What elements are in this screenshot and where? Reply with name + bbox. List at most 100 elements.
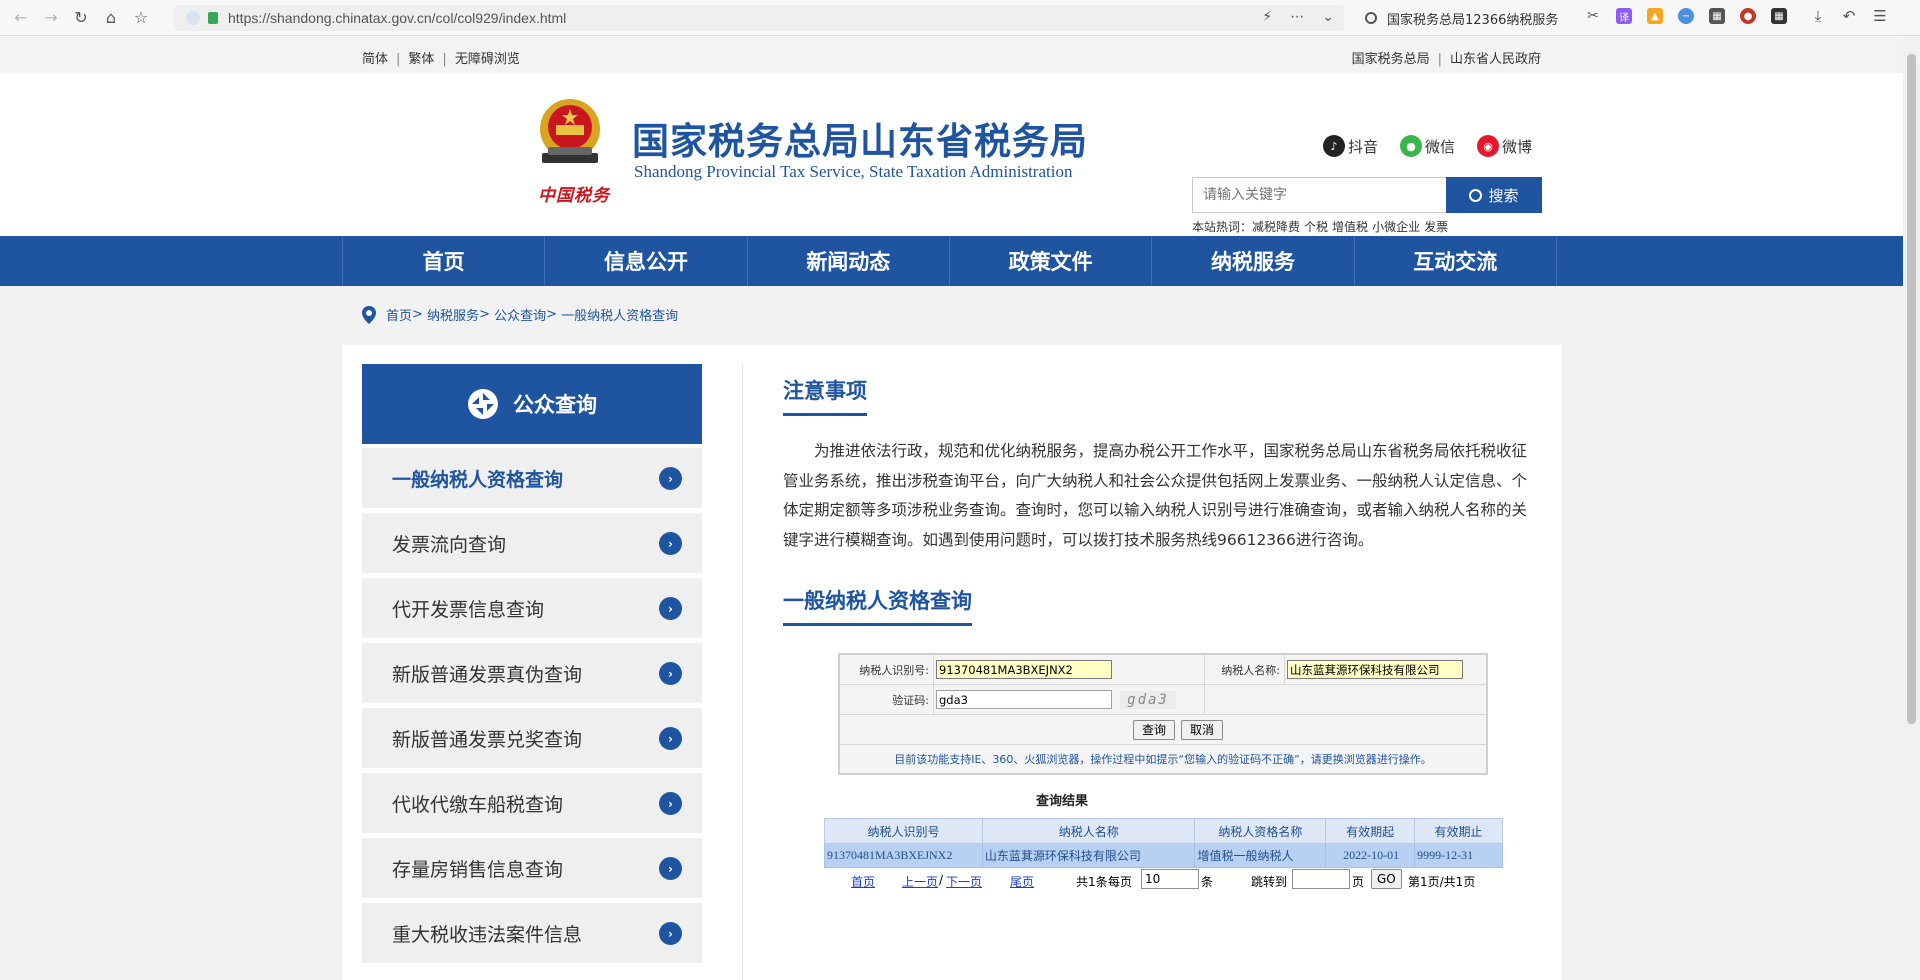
breadcrumb-item[interactable]: 公众查询 (494, 305, 546, 324)
cell-valid-from: 2022-10-01 (1325, 843, 1416, 868)
breadcrumb-item[interactable]: 一般纳税人资格查询 (561, 305, 678, 324)
hotword-link[interactable]: 增值税 (1332, 220, 1368, 234)
home-icon[interactable]: ⌂ (96, 4, 126, 32)
breadcrumb-item[interactable]: 纳税服务 (427, 305, 479, 324)
go-button[interactable]: GO (1371, 869, 1402, 889)
sat-link[interactable]: 国家税务总局 (1352, 52, 1430, 67)
sidebar-item-agent-invoice[interactable]: 代开发票信息查询 › (362, 578, 702, 638)
hotword-link[interactable]: 减税降费 (1252, 220, 1300, 234)
site-search-button[interactable]: 搜索 (1446, 177, 1542, 213)
sidebar-item-general-taxpayer[interactable]: 一般纳税人资格查询 › (362, 448, 702, 508)
cell-taxpayer-name: 山东蓝萁源环保科技有限公司 (981, 843, 1196, 868)
menu-icon[interactable]: ☰ (1872, 7, 1888, 25)
per-page-input[interactable] (1141, 869, 1199, 889)
jump-page-input[interactable] (1292, 869, 1350, 889)
main-navigation: 首页 信息公开 新闻动态 政策文件 纳税服务 互动交流 (0, 236, 1903, 286)
forward-icon[interactable]: → (36, 4, 66, 32)
hotwords-label: 本站热词： (1192, 220, 1253, 234)
hotword-link[interactable]: 小微企业 (1372, 220, 1420, 234)
taxpayer-name-input[interactable] (1287, 660, 1463, 679)
chevron-right-icon: › (659, 532, 682, 555)
nav-item-policy[interactable]: 政策文件 (950, 236, 1153, 286)
apps-icon[interactable]: ▦ (1771, 8, 1787, 24)
content-panel: 公众查询 一般纳税人资格查询 › 发票流向查询 › 代开发票信息查询 › 新版普… (342, 345, 1562, 980)
captcha-input[interactable] (936, 690, 1112, 709)
url-text[interactable]: https://shandong.chinatax.gov.cn/col/col… (228, 10, 566, 26)
sidebar-item-label: 新版普通发票兑奖查询 (392, 728, 583, 751)
wechat-link[interactable]: ● 微信 (1400, 135, 1455, 157)
sidebar-header: 公众查询 (362, 364, 702, 444)
chevron-right-icon: › (659, 467, 682, 490)
translate-extension-icon[interactable]: 译 (1616, 8, 1632, 24)
jump-label: 跳转到 (1251, 875, 1288, 889)
search-button-label: 搜索 (1488, 186, 1519, 205)
minus-extension-icon[interactable]: − (1678, 8, 1694, 24)
provincial-gov-link[interactable]: 山东省人民政府 (1450, 52, 1541, 67)
more-icon[interactable]: ⋯ (1290, 9, 1304, 25)
undo-icon[interactable]: ↶ (1841, 7, 1857, 25)
shield-extension-icon[interactable]: ▲ (1647, 8, 1663, 24)
browser-search-field[interactable]: 国家税务总局12366纳税服务 (1365, 5, 1575, 31)
traditional-link[interactable]: 繁体 (408, 52, 434, 67)
douyin-link[interactable]: ♪ 抖音 (1323, 135, 1378, 157)
breadcrumb-item[interactable]: 首页 (386, 305, 412, 324)
results-title: 查询结果 (1035, 794, 1088, 809)
nav-item-interaction[interactable]: 互动交流 (1355, 236, 1557, 286)
chevron-down-icon[interactable]: ⌄ (1322, 9, 1334, 25)
site-title: 国家税务总局山东省税务局 (632, 120, 1088, 163)
lightning-icon[interactable]: ⚡︎ (1262, 9, 1272, 25)
chevron-right-icon: › (659, 662, 682, 685)
site-info-icon[interactable] (186, 11, 200, 25)
record-extension-icon[interactable]: ● (1740, 8, 1756, 24)
query-button[interactable]: 查询 (1132, 719, 1175, 740)
nav-item-info-disclosure[interactable]: 信息公开 (545, 236, 748, 286)
query-section-title: 一般纳税人资格查询 (783, 585, 972, 626)
nav-item-news[interactable]: 新闻动态 (748, 236, 950, 286)
cell-qualification: 增值税一般纳税人 (1194, 843, 1327, 868)
sidebar-item-tax-violation[interactable]: 重大税收违法案件信息 › (362, 903, 702, 963)
column-header: 纳税人资格名称 (1194, 818, 1327, 844)
sidebar-item-label: 代开发票信息查询 (392, 598, 545, 621)
sidebar-item-invoice-flow[interactable]: 发票流向查询 › (362, 513, 702, 573)
prev-page-link[interactable]: 上一页 (902, 873, 938, 890)
grid-extension-icon[interactable]: ▦ (1709, 8, 1725, 24)
captcha-image[interactable]: gda3 (1120, 690, 1176, 709)
weibo-label: 微博 (1502, 137, 1533, 156)
page-scrollbar[interactable] (1903, 36, 1920, 980)
douyin-icon: ♪ (1323, 135, 1345, 157)
nav-item-home[interactable]: 首页 (343, 236, 546, 286)
national-emblem-logo (540, 99, 600, 163)
hotword-link[interactable]: 个税 (1304, 220, 1328, 234)
back-icon[interactable]: ← (6, 4, 36, 32)
last-page-link[interactable]: 尾页 (1010, 873, 1034, 890)
column-header: 纳税人名称 (981, 818, 1196, 844)
column-header: 纳税人识别号 (824, 818, 983, 844)
taxpayer-id-input[interactable] (936, 660, 1112, 679)
next-page-link[interactable]: 下一页 (946, 873, 982, 890)
favorites-icon[interactable]: ☆ (126, 4, 156, 32)
scrollbar-thumb[interactable] (1907, 54, 1916, 724)
sidebar-item-invoice-authenticity[interactable]: 新版普通发票真伪查询 › (362, 643, 702, 703)
sidebar-item-invoice-lottery[interactable]: 新版普通发票兑奖查询 › (362, 708, 702, 768)
reload-icon[interactable]: ↻ (66, 4, 96, 32)
scissors-icon[interactable]: ✂ (1585, 8, 1601, 24)
table-row: 91370481MA3BXEJNX2 山东蓝萁源环保科技有限公司 增值税一般纳税… (824, 843, 1503, 868)
site-search-input[interactable] (1192, 177, 1446, 213)
weibo-link[interactable]: ◉ 微博 (1477, 135, 1532, 157)
download-icon[interactable]: ⤓ (1810, 7, 1826, 25)
search-icon (1365, 12, 1377, 24)
first-page-link[interactable]: 首页 (851, 873, 875, 890)
accessible-link[interactable]: 无障碍浏览 (455, 52, 520, 67)
address-bar[interactable]: https://shandong.chinatax.gov.cn/col/col… (174, 5, 1344, 31)
cancel-button[interactable]: 取消 (1181, 719, 1224, 740)
simplified-link[interactable]: 简体 (362, 52, 388, 67)
per-page-label: 每页 (1108, 875, 1133, 889)
sidebar-title: 公众查询 (513, 393, 597, 417)
query-form: 纳税人识别号: 纳税人名称: 验证码: gda3 查询 取消 目前该功能支持IE… (838, 653, 1488, 775)
hotword-link[interactable]: 发票 (1424, 220, 1448, 234)
sidebar-item-label: 重大税收违法案件信息 (392, 923, 583, 946)
sidebar-item-housing-sales[interactable]: 存量房销售信息查询 › (362, 838, 702, 898)
browser-search-text: 国家税务总局12366纳税服务 (1387, 12, 1559, 28)
nav-item-tax-service[interactable]: 纳税服务 (1152, 236, 1355, 286)
lock-icon (208, 12, 218, 24)
